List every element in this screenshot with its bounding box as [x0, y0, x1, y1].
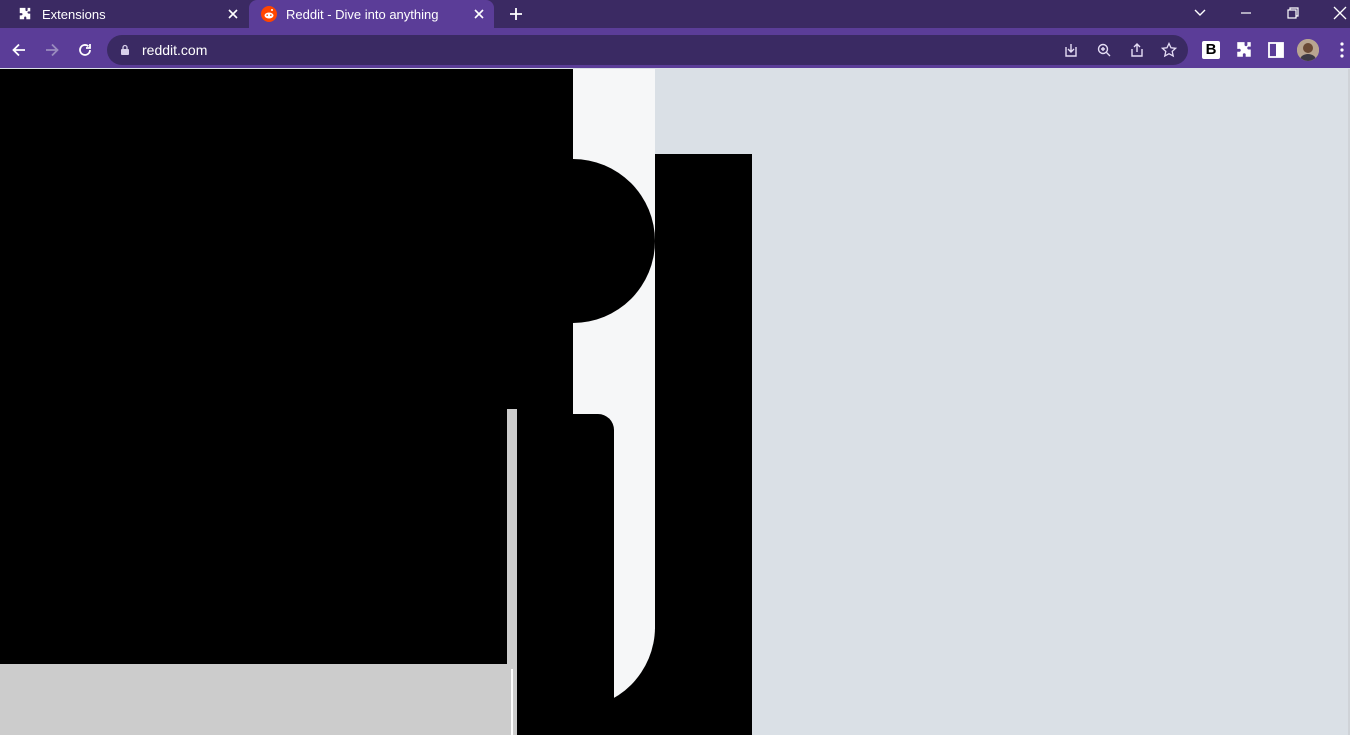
- reddit-icon: [261, 6, 277, 22]
- bold-extension-button[interactable]: B: [1202, 41, 1220, 59]
- placeholder-grey-block: [0, 664, 507, 735]
- close-icon[interactable]: [1333, 6, 1347, 20]
- tab-search-icon[interactable]: [1193, 6, 1207, 20]
- page-content: [0, 69, 1348, 735]
- close-tab-icon[interactable]: [227, 8, 239, 20]
- back-arrow-icon[interactable]: [10, 41, 28, 59]
- side-panel-icon[interactable]: [1267, 41, 1285, 59]
- puzzle-icon: [19, 7, 31, 20]
- reload-icon[interactable]: [76, 41, 94, 59]
- share-icon[interactable]: [1129, 42, 1145, 58]
- puzzle-icon[interactable]: [1235, 41, 1253, 59]
- plus-icon[interactable]: [508, 6, 524, 22]
- placeholder-divider: [511, 669, 513, 735]
- restore-icon[interactable]: [1286, 6, 1300, 20]
- url-text[interactable]: reddit.com: [142, 42, 207, 58]
- browser-toolbar: reddit.com B: [0, 32, 1350, 68]
- address-bar[interactable]: reddit.com: [107, 35, 1188, 65]
- tab-strip: Extensions Reddit - Dive into anything: [0, 0, 1350, 28]
- forward-arrow-icon[interactable]: [43, 41, 61, 59]
- kebab-menu-icon[interactable]: [1333, 41, 1350, 59]
- close-tab-icon[interactable]: [473, 8, 485, 20]
- placeholder-block: [517, 414, 614, 735]
- tab-title: Extensions: [42, 7, 106, 22]
- bookmark-star-icon[interactable]: [1161, 42, 1177, 58]
- install-app-icon[interactable]: [1063, 42, 1079, 58]
- tab-extensions[interactable]: Extensions: [0, 0, 248, 28]
- avatar[interactable]: [1297, 39, 1319, 61]
- placeholder-block: [0, 69, 573, 664]
- tab-title: Reddit - Dive into anything: [286, 7, 439, 22]
- placeholder-block: [655, 154, 752, 735]
- lock-icon[interactable]: [119, 44, 131, 56]
- tab-reddit[interactable]: Reddit - Dive into anything: [249, 0, 494, 28]
- zoom-icon[interactable]: [1096, 42, 1112, 58]
- minimize-icon[interactable]: [1239, 6, 1253, 20]
